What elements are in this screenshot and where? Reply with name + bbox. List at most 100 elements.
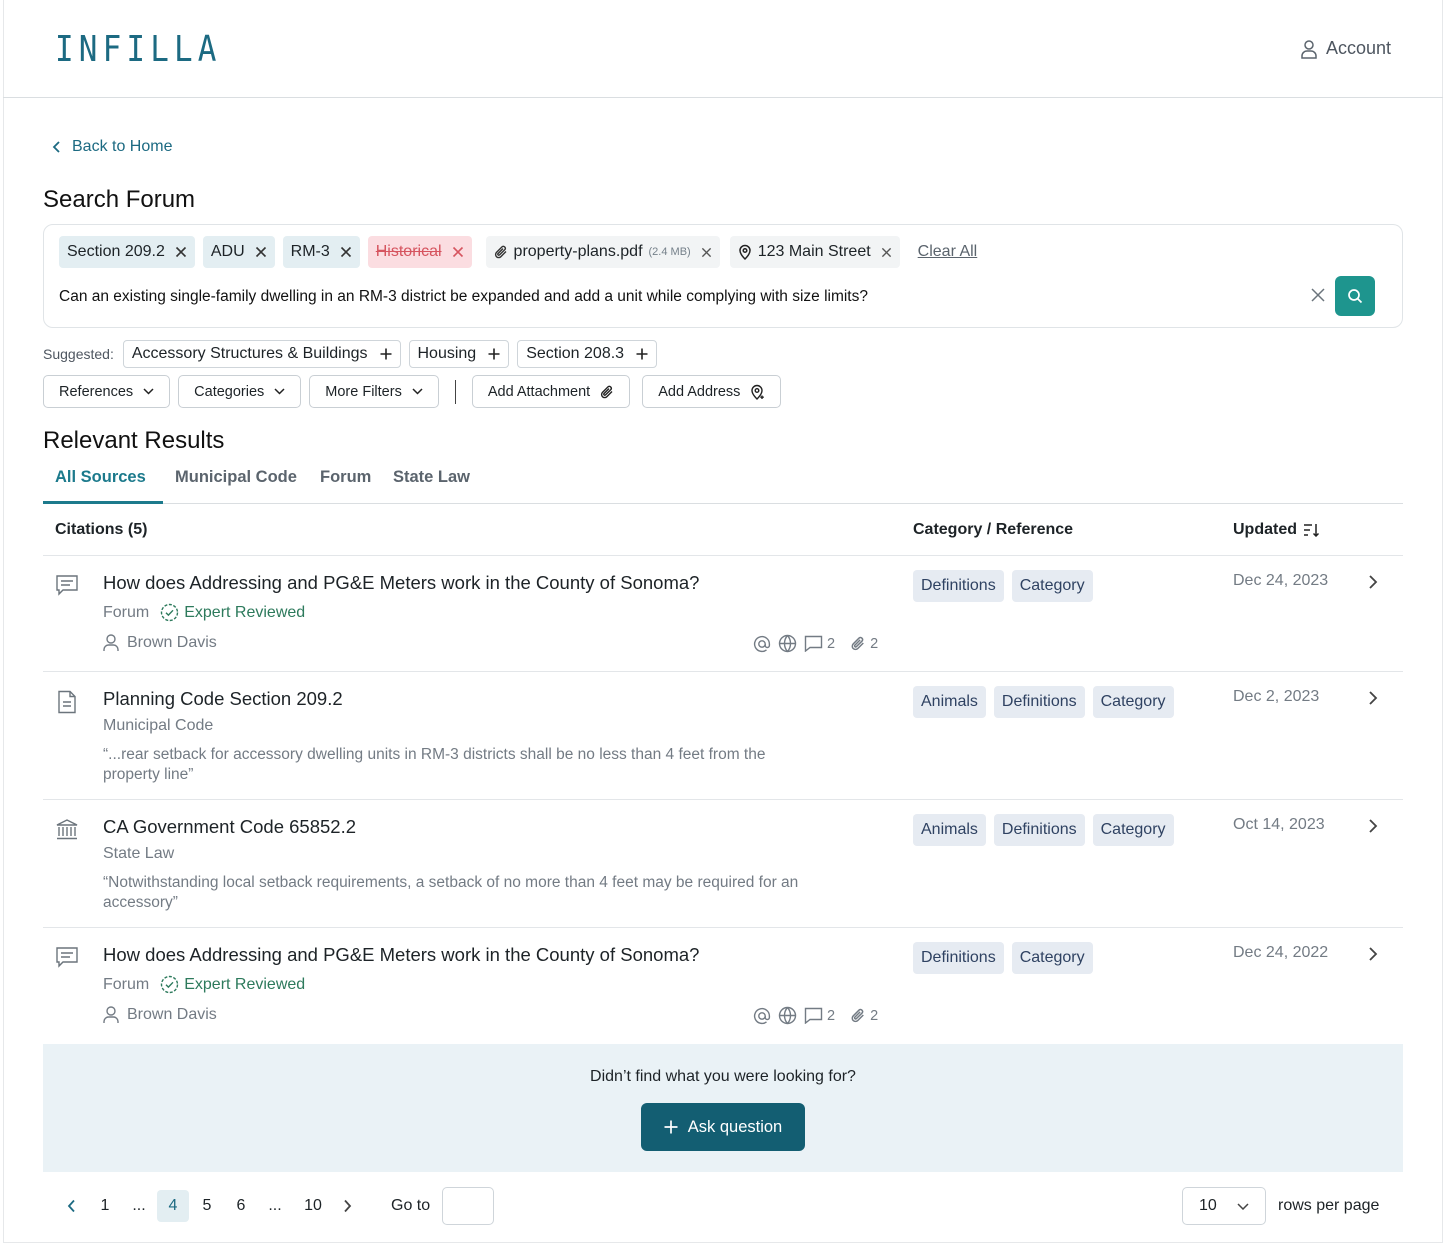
category-tag[interactable]: Category [1092,814,1174,846]
suggested-row: Suggested: Accessory Structures & Buildi… [43,340,658,368]
page-4[interactable]: 4 [157,1190,189,1222]
more-filters-dropdown[interactable]: More Filters [309,375,439,408]
category-tag[interactable]: Category [1092,686,1174,718]
close-icon[interactable] [452,246,464,258]
comment-icon [804,635,823,652]
add-attachment-button[interactable]: Add Attachment [471,375,631,408]
comment-count: 2 [804,1007,835,1024]
row-title[interactable]: How does Addressing and PG&E Meters work… [103,944,699,966]
page-1[interactable]: 1 [89,1190,121,1222]
ask-question-button[interactable]: Ask question [641,1103,805,1151]
location-add-icon [750,384,765,400]
row-author: Brown Davis [103,1006,217,1024]
row-title[interactable]: CA Government Code 65852.2 [103,816,356,838]
category-tag[interactable]: Animals [913,814,986,846]
row-title[interactable]: How does Addressing and PG&E Meters work… [103,572,699,594]
search-button[interactable] [1335,276,1375,316]
prev-page-button[interactable] [55,1190,87,1222]
tab-state-law[interactable]: State Law [393,468,470,487]
page-6[interactable]: 6 [225,1190,257,1222]
rows-per-page-label: rows per page [1278,1197,1380,1214]
chip-label: Historical [375,243,442,260]
chevron-down-icon [274,388,285,395]
category-tag[interactable]: Definitions [913,942,1004,974]
attachment-count: 2 [850,1007,878,1024]
paperclip-icon [850,1007,866,1024]
tab-municipal-code[interactable]: Municipal Code [175,468,297,487]
close-icon[interactable] [701,247,712,258]
top-bar: INFILLA Account [3,0,1443,98]
chip-rm-3: RM-3 [282,236,360,268]
chevron-right-icon[interactable] [1368,574,1378,590]
page-10[interactable]: 10 [297,1190,329,1222]
row-title[interactable]: Planning Code Section 209.2 [103,688,343,710]
source-tabs: All Sources Municipal Code Forum State L… [43,460,1403,504]
suggested-chip[interactable]: Housing [408,340,510,368]
category-tag[interactable]: Category [1011,942,1093,974]
category-tag[interactable]: Definitions [993,686,1085,718]
next-page-button[interactable] [331,1190,363,1222]
close-icon[interactable] [881,247,892,258]
divider [454,379,456,404]
search-query-text[interactable]: Can an existing single-family dwelling i… [59,288,868,306]
search-box: Section 209.2 ADU RM-3 Historical proper… [43,224,1403,328]
back-label: Back to Home [72,138,173,155]
chevron-right-icon[interactable] [1368,946,1378,962]
chip-attachment: property-plans.pdf (2.4 MB) [485,236,720,268]
row-source-label: Forum [103,975,150,993]
verified-check-icon [160,975,179,994]
back-to-home-link[interactable]: Back to Home [52,138,172,156]
chevron-right-icon[interactable] [1368,690,1378,706]
category-tag[interactable]: Definitions [913,570,1004,602]
category-tag[interactable]: Definitions [993,814,1085,846]
table-row[interactable]: How does Addressing and PG&E Meters work… [43,928,1403,1044]
tab-all-sources[interactable]: All Sources [55,468,146,487]
chip-adu: ADU [202,236,275,268]
search-title: Search Forum [43,186,196,213]
suggested-chip[interactable]: Accessory Structures & Buildings [122,340,401,368]
forum-message-icon [55,574,79,596]
infilla-logo[interactable]: INFILLA [55,30,222,70]
results-table-header: Citations (5) Category / Reference Updat… [43,504,1403,556]
chevron-down-icon [143,388,154,395]
add-address-button[interactable]: Add Address [642,375,782,408]
pagination: 1 ... 4 5 6 ... 10 Go to [55,1187,495,1225]
plus-icon [488,348,500,360]
document-icon [57,690,77,714]
page-5[interactable]: 5 [191,1190,223,1222]
table-row[interactable]: Planning Code Section 209.2 Municipal Co… [43,672,1403,800]
author-name: Brown Davis [127,634,217,651]
row-tags: Animals Definitions Category [913,686,1174,718]
suggested-chip-label: Accessory Structures & Buildings [131,345,368,362]
chevron-right-icon[interactable] [1368,818,1378,834]
row-source-label: State Law [103,845,175,862]
attachment-count-value: 2 [870,1007,879,1024]
references-dropdown[interactable]: References [43,375,171,408]
row-quote: “...rear setback for accessory dwelling … [103,746,766,783]
clear-all-link[interactable]: Clear All [918,243,978,261]
table-row[interactable]: How does Addressing and PG&E Meters work… [43,556,1403,672]
categories-dropdown[interactable]: Categories [178,375,302,408]
account-button[interactable]: Account [1300,38,1391,59]
go-to-page: Go to [391,1187,495,1225]
clear-query-icon[interactable] [1310,287,1326,303]
updated-sort-button[interactable]: Updated [1233,521,1320,539]
row-source-label: Municipal Code [103,717,214,734]
suggested-chip-label: Section 208.3 [526,345,625,362]
citations-header: Citations (5) [55,521,148,538]
close-icon[interactable] [175,246,187,258]
comment-count: 2 [804,635,835,652]
tab-forum[interactable]: Forum [320,468,371,487]
table-row[interactable]: CA Government Code 65852.2 State Law “No… [43,800,1403,928]
ask-question-label: Ask question [687,1117,783,1136]
go-to-page-input[interactable] [442,1187,495,1225]
close-icon[interactable] [340,246,352,258]
suggested-chip[interactable]: Section 208.3 [517,340,658,368]
globe-icon [778,1006,797,1025]
chevron-left-icon [52,140,62,154]
category-tag[interactable]: Category [1011,570,1093,602]
close-icon[interactable] [255,246,267,258]
rows-per-page-select[interactable]: 10 [1182,1187,1266,1225]
search-chips: Section 209.2 ADU RM-3 Historical proper… [59,236,977,268]
category-tag[interactable]: Animals [913,686,986,718]
